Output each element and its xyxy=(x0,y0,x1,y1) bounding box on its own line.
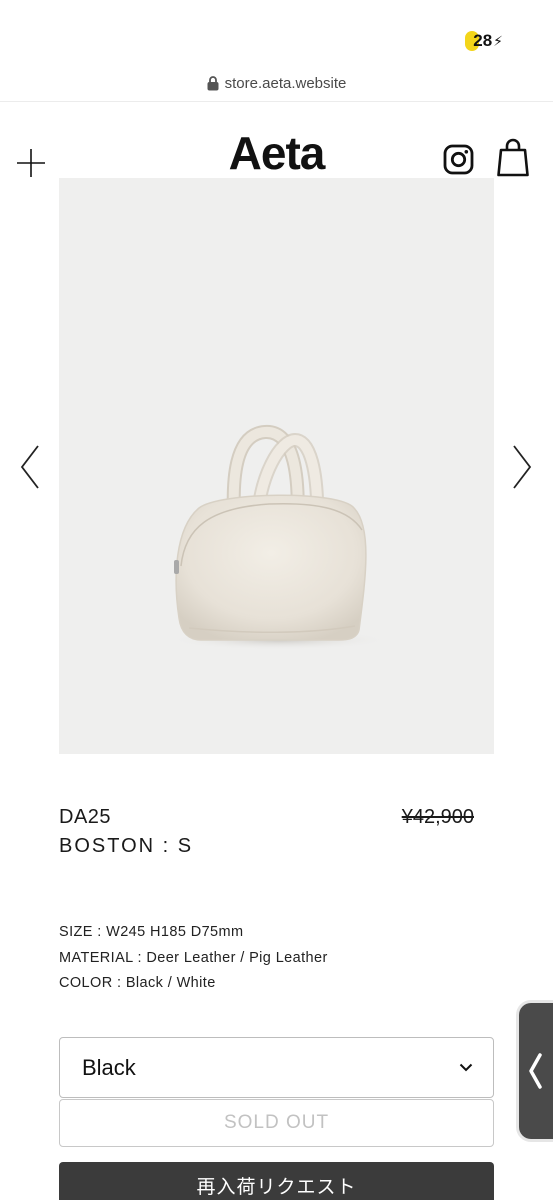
cart-button[interactable] xyxy=(497,137,529,177)
boston-bag-image xyxy=(169,425,389,650)
chevron-left-icon xyxy=(20,445,39,489)
side-panel-handle[interactable] xyxy=(519,1003,553,1139)
product-specs: SIZE : W245 H185 D75mm MATERIAL : Deer L… xyxy=(59,920,328,997)
prev-image-button[interactable] xyxy=(18,444,42,490)
battery-level: 28 xyxy=(473,31,493,50)
instagram-button[interactable] xyxy=(443,144,474,175)
chevron-down-icon xyxy=(459,1063,473,1072)
browser-url-bar[interactable]: store.aeta.website xyxy=(0,66,553,102)
instagram-icon xyxy=(443,144,474,175)
status-bar: 28 ⚡ xyxy=(0,0,553,64)
sold-out-button[interactable]: SOLD OUT xyxy=(59,1099,494,1147)
charging-icon: ⚡ xyxy=(493,32,503,49)
product-code: DA25 xyxy=(59,806,112,828)
battery-indicator: 28 ⚡ xyxy=(465,31,503,51)
lock-icon xyxy=(207,76,219,91)
restock-label: 再入荷リクエスト xyxy=(196,1176,357,1198)
url-text: store.aeta.website xyxy=(224,75,347,92)
spec-material: MATERIAL : Deer Leather / Pig Leather xyxy=(59,949,328,966)
next-image-button[interactable] xyxy=(510,444,534,490)
restock-request-button[interactable]: 再入荷リクエスト xyxy=(59,1162,494,1200)
spec-color: COLOR : Black / White xyxy=(59,975,216,991)
product-price: ¥42,900 xyxy=(401,806,474,828)
chevron-right-icon xyxy=(513,445,532,489)
shopping-bag-icon xyxy=(497,138,529,177)
product-name: BOSTON : S xyxy=(59,835,194,857)
product-image[interactable] xyxy=(59,178,494,754)
chevron-left-icon xyxy=(529,1053,542,1089)
spec-size: SIZE : W245 H185 D75mm xyxy=(59,924,244,940)
color-select[interactable]: Black xyxy=(59,1037,494,1098)
color-select-value: Black xyxy=(82,1054,136,1080)
